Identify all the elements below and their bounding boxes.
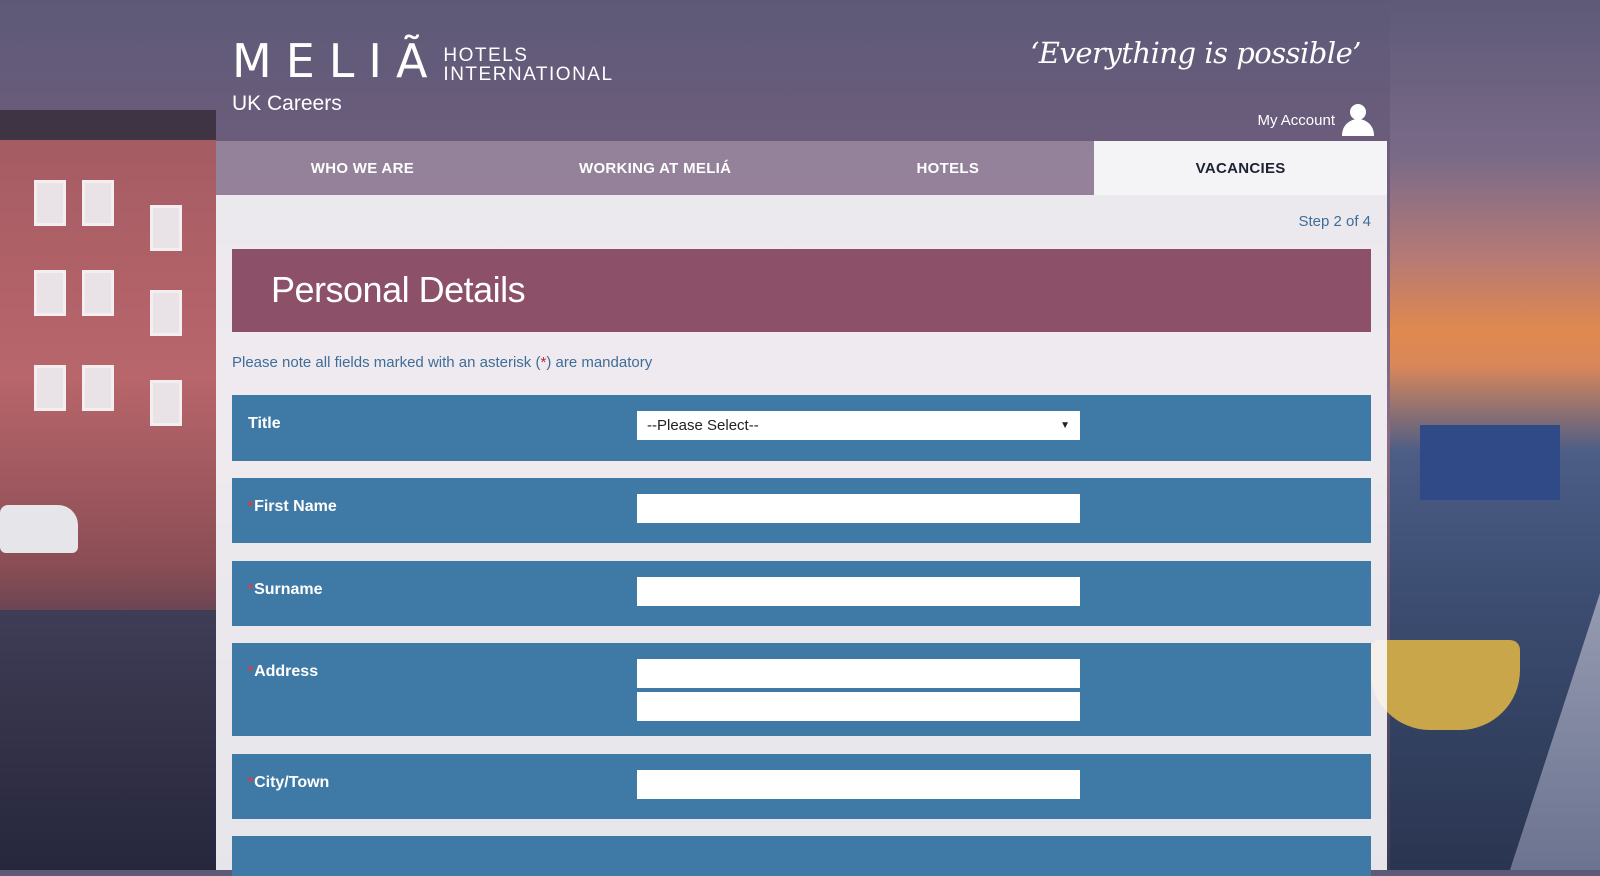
surname-label: *Surname (248, 581, 323, 599)
dropdown-arrow-icon: ▼ (1060, 420, 1070, 431)
nav-vacancies[interactable]: VACANCIES (1094, 141, 1387, 195)
building-window (150, 290, 182, 336)
canal-water (0, 610, 216, 870)
application-panel: Step 2 of 4 Personal Details Please note… (216, 195, 1387, 876)
building-window (34, 270, 66, 316)
required-asterisk: * (248, 581, 254, 596)
building-window (82, 365, 114, 411)
city-input[interactable] (637, 770, 1080, 799)
section-header: Personal Details (232, 249, 1371, 332)
title-select[interactable]: --Please Select-- ▼ (637, 411, 1080, 440)
mandatory-note: Please note all fields marked with an as… (232, 354, 652, 371)
surname-input[interactable] (637, 577, 1080, 606)
main-nav: WHO WE ARE WORKING AT MELIÁ HOTELS VACAN… (216, 141, 1387, 195)
form-row-first-name: *First Name (232, 478, 1371, 543)
logo-subtitle-line1: HOTELS (443, 45, 529, 66)
required-asterisk: * (248, 774, 254, 789)
title-label-text: Title (248, 415, 281, 432)
background-scene-left (0, 110, 216, 870)
form-row-address: *Address (232, 643, 1371, 736)
user-icon (1341, 104, 1375, 136)
building-roof (0, 110, 216, 140)
building-window (82, 180, 114, 226)
city-label-text: City/Town (254, 774, 330, 791)
first-name-label-text: First Name (254, 498, 337, 515)
building-window (34, 365, 66, 411)
building-window (150, 205, 182, 251)
site-header: MELIÃ HOTELS INTERNATIONAL UK Careers ‘Eve… (216, 0, 1387, 141)
title-select-value: --Please Select-- (647, 417, 759, 434)
dock-image (1510, 560, 1600, 870)
my-account-link[interactable]: My Account (1257, 104, 1375, 136)
first-name-label: *First Name (248, 498, 337, 516)
my-account-label: My Account (1257, 111, 1335, 129)
melia-logo[interactable]: MELIÃ HOTELS INTERNATIONAL (232, 38, 614, 84)
step-indicator: Step 2 of 4 (1298, 213, 1371, 230)
building-window (34, 180, 66, 226)
form-row-surname: *Surname (232, 561, 1371, 626)
building-window (82, 270, 114, 316)
form-row-title: Title --Please Select-- ▼ (232, 395, 1371, 461)
logo-subtitle: HOTELS INTERNATIONAL (443, 46, 613, 84)
first-name-input[interactable] (637, 494, 1080, 523)
distant-building (1420, 425, 1560, 500)
city-label: *City/Town (248, 774, 329, 792)
boat-image (1370, 640, 1520, 730)
required-asterisk: * (248, 663, 254, 678)
logo-subtitle-line2: INTERNATIONAL (443, 64, 614, 85)
address-line1-input[interactable] (637, 659, 1080, 688)
title-label: Title (248, 415, 281, 433)
careers-label: UK Careers (232, 92, 342, 115)
tagline: ‘Everything is possible’ (1030, 36, 1361, 70)
mandatory-note-text: Please note all fields marked with an as… (232, 354, 541, 371)
nav-hotels[interactable]: HOTELS (801, 141, 1095, 195)
nav-working-at-melia[interactable]: WORKING AT MELIÁ (508, 141, 802, 195)
building-window (150, 380, 182, 426)
logo-wordmark: MELIÃ (232, 34, 442, 88)
form-row-next (232, 836, 1371, 876)
surname-label-text: Surname (254, 581, 323, 598)
form-row-city: *City/Town (232, 754, 1371, 819)
nav-who-we-are[interactable]: WHO WE ARE (216, 141, 509, 195)
address-label-text: Address (254, 663, 319, 680)
section-title: Personal Details (271, 269, 526, 310)
background-scene-right (1370, 0, 1600, 870)
required-asterisk: * (248, 498, 254, 513)
address-label: *Address (248, 663, 318, 681)
mandatory-note-text-end: ) are mandatory (546, 354, 653, 371)
van-image (0, 505, 78, 553)
address-line2-input[interactable] (637, 692, 1080, 721)
